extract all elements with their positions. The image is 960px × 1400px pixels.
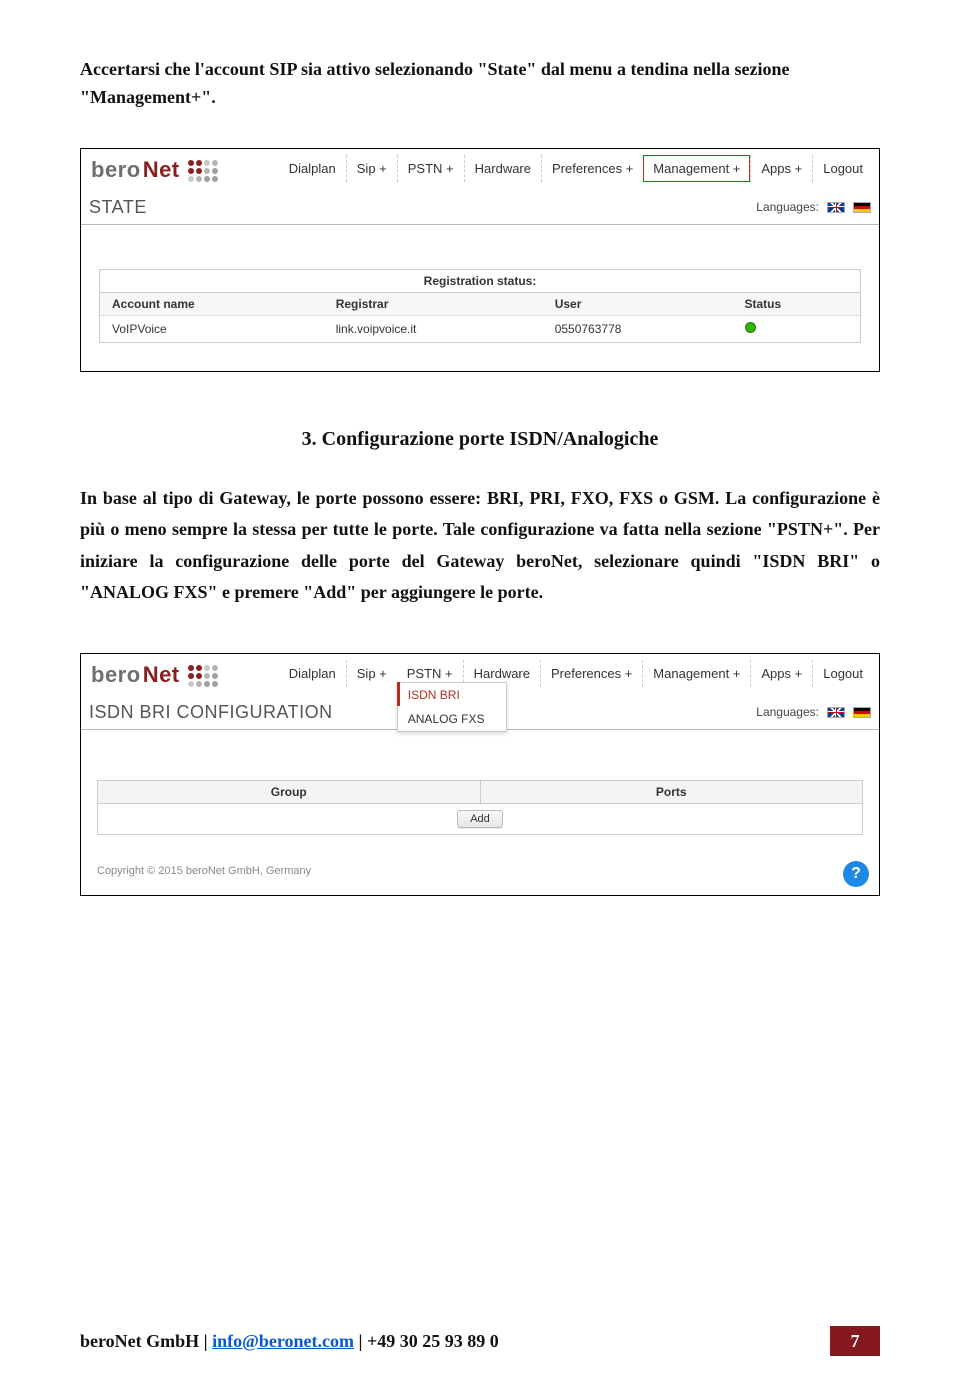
flag-uk-icon[interactable] [827, 707, 845, 718]
nav-preferences[interactable]: Preferences + [541, 155, 643, 182]
registration-table: Account name Registrar User Status VoIPV… [99, 292, 861, 343]
logo-net: Net [143, 157, 180, 183]
nav-sip[interactable]: Sip + [346, 660, 397, 687]
page-footer: beroNet GmbH | info@beronet.com | +49 30… [80, 1326, 880, 1356]
nav-preferences[interactable]: Preferences + [540, 660, 642, 687]
page-number: 7 [830, 1326, 880, 1356]
dropdown-analog-fxs[interactable]: ANALOG FXS [398, 707, 506, 731]
flag-de-icon[interactable] [853, 202, 871, 213]
language-selector: Languages: [756, 705, 871, 719]
logo-bero: bero [91, 157, 141, 183]
beronet-logo: beroNet [87, 656, 222, 692]
nav-pstn[interactable]: PSTN + [397, 155, 464, 182]
col-status: Status [733, 292, 861, 315]
ports-table: Group Ports Add [97, 780, 863, 835]
isdn-config-screenshot: beroNet Dialplan Sip + PSTN + ISDN BRI A… [80, 653, 880, 896]
status-online-icon [745, 322, 756, 333]
nav-dialplan[interactable]: Dialplan [279, 660, 346, 687]
logo-net: Net [143, 662, 180, 688]
page-title-state: STATE [89, 197, 147, 218]
nav-logout[interactable]: Logout [812, 660, 873, 687]
col-ports: Ports [480, 780, 863, 803]
cell-status [733, 315, 861, 342]
flag-uk-icon[interactable] [827, 202, 845, 213]
nav-hardware[interactable]: Hardware [464, 155, 541, 182]
logo-dots-icon [188, 160, 218, 182]
pstn-dropdown: ISDN BRI ANALOG FXS [397, 682, 507, 732]
top-nav: Dialplan Sip + PSTN + ISDN BRI ANALOG FX… [279, 660, 873, 687]
nav-apps[interactable]: Apps + [750, 155, 812, 182]
body-paragraph: In base al tipo di Gateway, le porte pos… [80, 483, 880, 609]
flag-de-icon[interactable] [853, 707, 871, 718]
add-button[interactable]: Add [457, 810, 503, 828]
help-icon[interactable]: ? [843, 861, 869, 887]
nav-logout[interactable]: Logout [812, 155, 873, 182]
nav-dialplan[interactable]: Dialplan [279, 155, 346, 182]
dropdown-isdn-bri[interactable]: ISDN BRI [398, 683, 506, 707]
nav-sip[interactable]: Sip + [346, 155, 397, 182]
footer-phone: +49 30 25 93 89 0 [367, 1331, 499, 1351]
footer-sep: | [199, 1331, 212, 1351]
nav-apps[interactable]: Apps + [750, 660, 812, 687]
cell-account-name: VoIPVoice [100, 315, 324, 342]
section-heading: 3. Configurazione porte ISDN/Analogiche [80, 428, 880, 451]
footer-email-link[interactable]: info@beronet.com [212, 1331, 354, 1351]
col-registrar: Registrar [324, 292, 543, 315]
copyright-text: Copyright © 2015 beroNet GmbH, Germany [97, 865, 879, 877]
col-group: Group [98, 780, 481, 803]
beronet-logo: beroNet [87, 151, 222, 187]
languages-label: Languages: [756, 200, 819, 214]
intro-paragraph: Accertarsi che l'account SIP sia attivo … [80, 56, 880, 112]
logo-dots-icon [188, 665, 218, 687]
nav-management[interactable]: Management + [643, 155, 750, 182]
languages-label: Languages: [756, 705, 819, 719]
nav-management[interactable]: Management + [642, 660, 750, 687]
footer-sep: | [354, 1331, 367, 1351]
cell-registrar: link.voipvoice.it [324, 315, 543, 342]
language-selector: Languages: [756, 200, 871, 214]
table-row: VoIPVoice link.voipvoice.it 0550763778 [100, 315, 861, 342]
state-screenshot: beroNet Dialplan Sip + PSTN + Hardware P… [80, 148, 880, 372]
col-user: User [543, 292, 733, 315]
registration-status-heading: Registration status: [99, 269, 861, 292]
top-nav: Dialplan Sip + PSTN + Hardware Preferenc… [279, 155, 873, 182]
cell-user: 0550763778 [543, 315, 733, 342]
page-title-isdn: ISDN BRI CONFIGURATION [89, 702, 333, 723]
col-account-name: Account name [100, 292, 324, 315]
footer-company: beroNet GmbH [80, 1331, 199, 1351]
logo-bero: bero [91, 662, 141, 688]
